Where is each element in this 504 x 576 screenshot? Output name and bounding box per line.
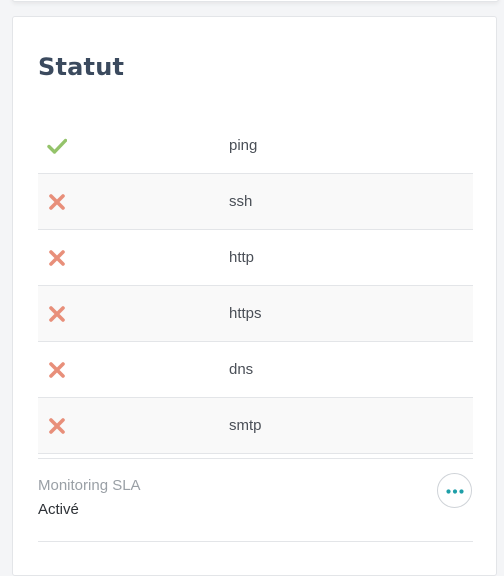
previous-card: [12, 0, 499, 2]
status-row-dns: dns: [38, 342, 473, 398]
sla-value: Activé: [38, 501, 79, 518]
cross-icon: [47, 304, 67, 324]
cross-icon: [47, 248, 67, 268]
more-horizontal-icon: [446, 489, 464, 494]
status-label: http: [229, 249, 255, 266]
cross-icon: [47, 360, 67, 380]
check-icon: [47, 136, 68, 156]
more-options-button[interactable]: [437, 473, 472, 508]
status-card: Statut ping ssh http https dns smtp Moni…: [12, 16, 497, 576]
status-label: smtp: [229, 417, 262, 434]
status-row-ssh: ssh: [38, 174, 473, 230]
status-label: ping: [229, 137, 258, 154]
status-row-https: https: [38, 286, 473, 342]
monitoring-sla-section: Monitoring SLA Activé: [38, 458, 473, 542]
card-title: Statut: [38, 53, 125, 81]
status-row-ping: ping: [38, 118, 473, 174]
status-label: dns: [229, 361, 254, 378]
cross-icon: [47, 416, 67, 436]
status-row-http: http: [38, 230, 473, 286]
status-table: ping ssh http https dns smtp: [38, 118, 473, 454]
cross-icon: [47, 192, 67, 212]
sla-label: Monitoring SLA: [38, 477, 141, 494]
status-label: https: [229, 305, 262, 322]
status-label: ssh: [229, 193, 253, 210]
status-row-smtp: smtp: [38, 398, 473, 454]
